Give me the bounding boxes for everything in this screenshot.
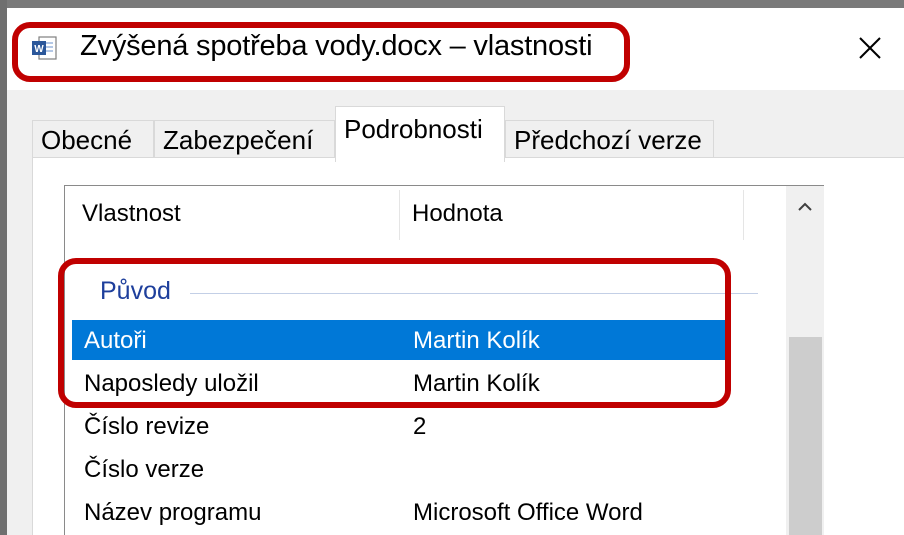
property-name: Naposledy uložil [84,370,259,397]
tab-label: Obecné [41,125,133,155]
tab-label: Podrobnosti [344,114,483,144]
property-name: Název programu [84,499,262,526]
scroll-thumb[interactable] [789,337,822,535]
word-doc-icon: W [32,36,57,60]
column-divider[interactable] [399,190,400,240]
table-row[interactable]: Číslo revize 2 [72,406,725,446]
column-header-value[interactable]: Hodnota [412,200,503,228]
property-value: Martin Kolík [413,327,540,354]
group-header-puvod: Původ [100,277,171,305]
svg-text:W: W [34,44,44,55]
tab-predchozi-verze[interactable]: Předchozí verze [505,120,714,158]
tab-obecne[interactable]: Obecné [32,120,154,158]
close-button[interactable] [848,26,892,70]
property-name: Číslo revize [84,413,210,440]
tab-label: Zabezpečení [163,125,314,155]
property-value: 2 [413,413,427,440]
property-value: Martin Kolík [413,370,540,397]
property-value: Microsoft Office Word [413,499,643,526]
window-title: Zvýšená spotřeba vody.docx – vlastnosti [80,30,593,62]
close-icon [859,37,881,59]
table-row[interactable]: Název programu Microsoft Office Word [72,492,725,532]
column-divider[interactable] [743,190,744,240]
column-header-property[interactable]: Vlastnost [82,200,181,228]
chevron-up-icon [798,202,812,211]
property-name: Číslo verze [84,456,205,483]
tab-label: Předchozí verze [514,125,702,155]
table-row[interactable]: Číslo verze [72,449,725,489]
window-frame-left [0,0,7,535]
table-row[interactable]: Autoři Martin Kolík [72,320,725,360]
property-name: Autoři [84,327,147,354]
tab-zabezpeceni[interactable]: Zabezpečení [154,120,335,158]
group-separator [190,293,758,294]
window-frame-top [0,0,904,8]
table-row[interactable]: Naposledy uložil Martin Kolík [72,363,725,403]
tab-podrobnosti[interactable]: Podrobnosti [335,106,505,162]
scroll-up-button[interactable] [786,192,824,222]
